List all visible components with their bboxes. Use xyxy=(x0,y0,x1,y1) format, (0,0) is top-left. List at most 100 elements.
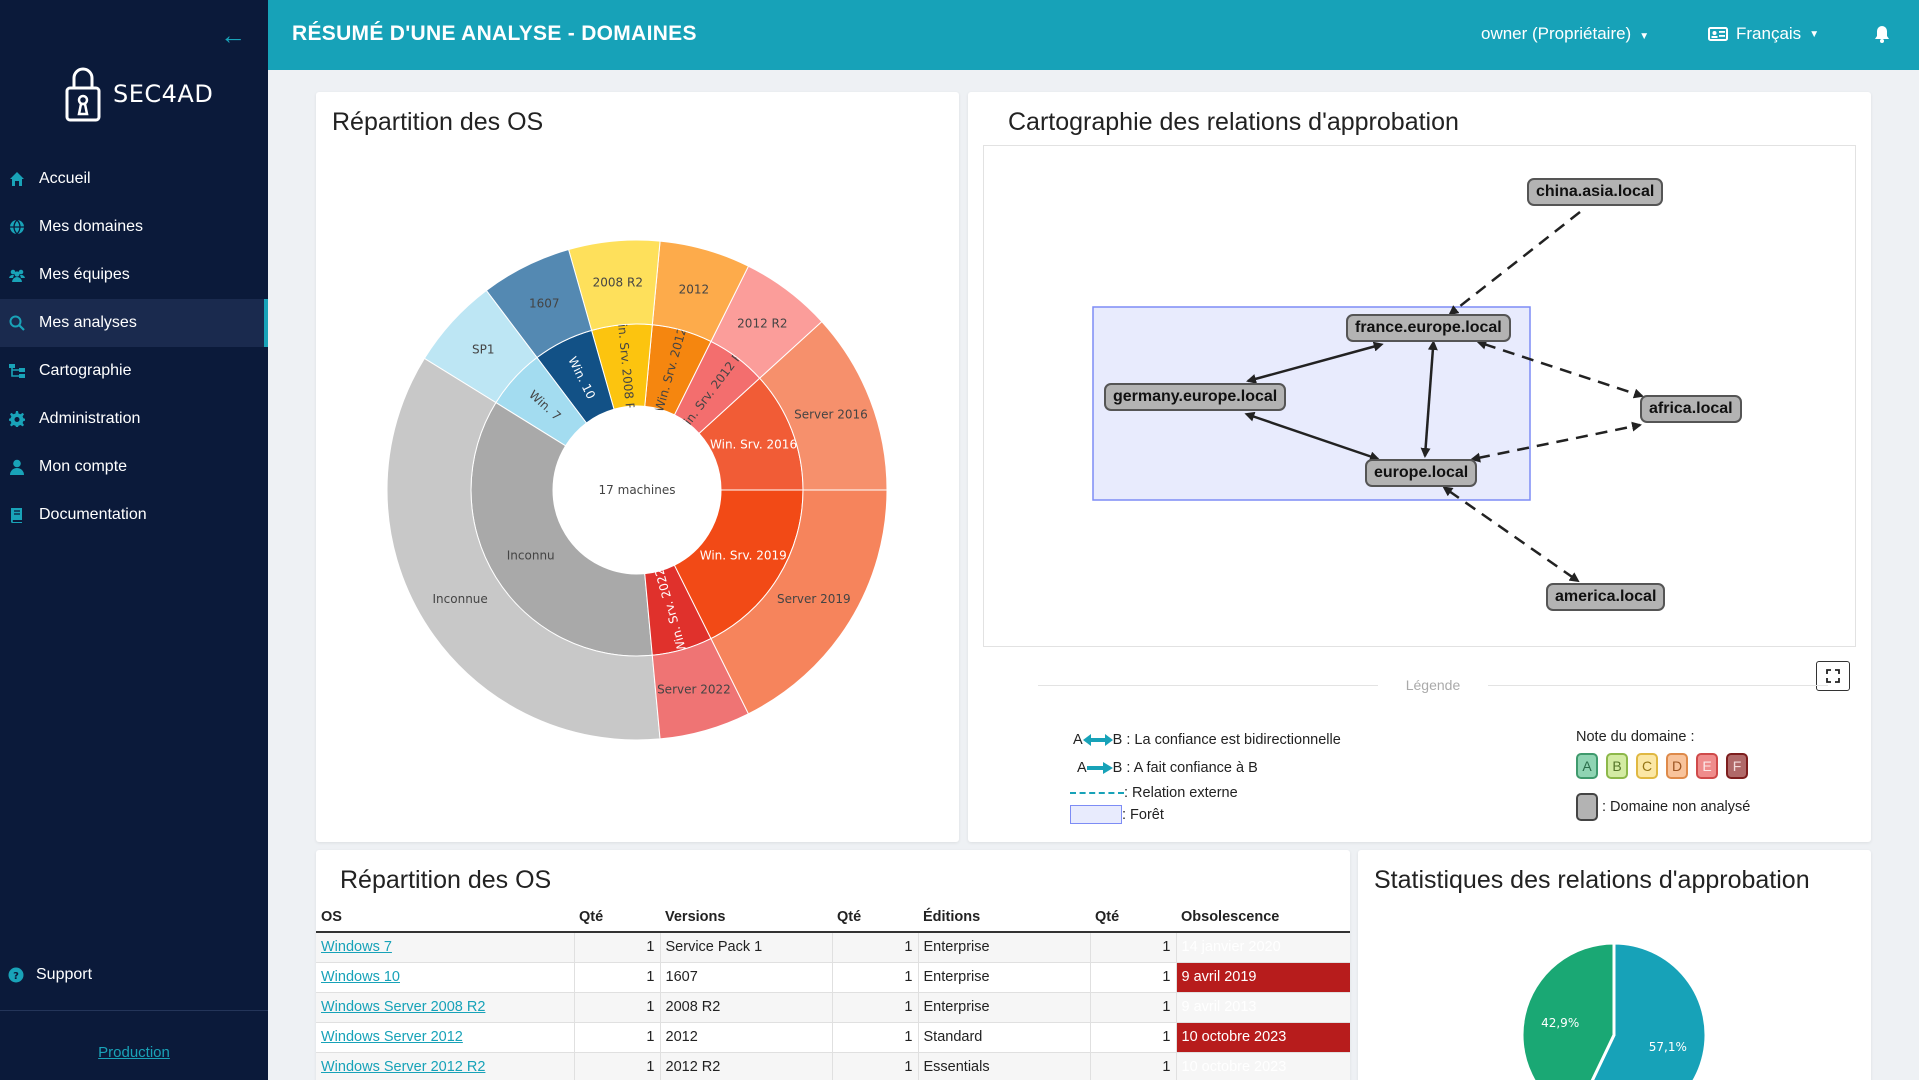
trust-stats-card: Statistiques des relations d'approbation… xyxy=(1358,850,1871,1080)
book-icon xyxy=(8,506,26,524)
grade-c-badge: C xyxy=(1636,753,1658,779)
sidebar-item-mon-compte[interactable]: Mon compte xyxy=(0,443,268,491)
node-america-local[interactable]: america.local xyxy=(1546,583,1666,611)
os-name-link[interactable]: Windows 7 xyxy=(321,939,392,955)
search-icon xyxy=(8,314,26,332)
sidebar-item-label: Documentation xyxy=(39,506,147,523)
trust-graph[interactable]: china.asia.local france.europe.local ger… xyxy=(983,145,1856,691)
edition: Enterprise xyxy=(918,932,1091,963)
sidebar-item-label: Cartographie xyxy=(39,362,132,379)
os-table: OS Qté Versions Qté Éditions Qté Obsoles… xyxy=(316,902,1350,1080)
edition: Standard xyxy=(918,1022,1091,1053)
sunburst-segment-label: Server 2022 xyxy=(657,683,731,697)
sidebar-item-mes-equipes[interactable]: Mes équipes xyxy=(0,251,268,299)
column-header-qty[interactable]: Qté xyxy=(1090,902,1176,933)
top-header: RÉSUMÉ D'UNE ANALYSE - DOMAINES owner (P… xyxy=(268,0,1919,70)
column-header-versions[interactable]: Versions xyxy=(660,902,832,933)
sidebar-item-documentation[interactable]: Documentation xyxy=(0,491,268,539)
node-france-europe-local[interactable]: france.europe.local xyxy=(1346,314,1511,342)
sidebar-item-accueil[interactable]: Accueil xyxy=(0,155,268,203)
sidebar-item-label: Mon compte xyxy=(39,458,128,475)
arrow-left-icon: ← xyxy=(220,20,246,50)
os-sunburst-chart: Win. Srv. 2016Win. Srv. 2012 R2Win. Srv.… xyxy=(386,239,888,741)
column-header-qty[interactable]: Qté xyxy=(574,902,660,933)
os-table-title: Répartition des OS xyxy=(340,866,552,894)
os-name-link[interactable]: Windows 10 xyxy=(321,969,400,985)
os-qty: 1 xyxy=(574,932,661,963)
obsolescence-date: 9 avril 2019 xyxy=(1176,962,1350,993)
os-distribution-card: Répartition des OS Win. Srv. 2016 Win. Sr… xyxy=(316,92,959,842)
version: 1607 xyxy=(660,962,833,993)
node-china-asia-local[interactable]: china.asia.local xyxy=(1527,178,1664,206)
sidebar-item-cartographie[interactable]: Cartographie xyxy=(0,347,268,395)
column-header-editions[interactable]: Éditions xyxy=(918,902,1090,933)
id-card-icon xyxy=(1708,27,1728,41)
version: Service Pack 1 xyxy=(660,932,833,963)
sidebar-nav: Accueil Mes domaines Mes équipes Mes ana… xyxy=(0,155,268,539)
table-row: Windows 7 1 Service Pack 1 1 Enterprise 1 14 j… xyxy=(316,932,1350,963)
table-row: Windows 10 1 1607 1 Enterprise 1 9 avril 2019 xyxy=(316,962,1350,993)
sidebar-item-administration[interactable]: Administration xyxy=(0,395,268,443)
grade-b-badge: B xyxy=(1606,753,1628,779)
node-africa-local[interactable]: africa.local xyxy=(1640,395,1742,423)
lock-logo-icon xyxy=(65,67,101,122)
sitemap-icon xyxy=(8,362,26,380)
edition-qty: 1 xyxy=(1090,1022,1177,1053)
collapse-sidebar-button[interactable]: ← xyxy=(218,22,248,48)
column-header-qty[interactable]: Qté xyxy=(832,902,918,933)
os-qty: 1 xyxy=(574,1022,661,1053)
os-cell: Windows Server 2012 xyxy=(316,1022,575,1053)
legend-grades: A B C D E F xyxy=(1576,753,1756,779)
legend-not-analyzed-text: : Domaine non analysé xyxy=(1602,799,1751,815)
os-qty: 1 xyxy=(574,992,661,1023)
support-link[interactable]: ? Support xyxy=(8,966,92,984)
language-dropdown[interactable]: Français ▼ xyxy=(1708,24,1819,44)
dashed-line-icon xyxy=(1070,792,1124,794)
column-header-os[interactable]: OS xyxy=(316,902,574,933)
edition: Essentials xyxy=(918,1052,1091,1080)
user-icon xyxy=(8,458,26,476)
version-qty: 1 xyxy=(832,932,919,963)
table-header-row: OS Qté Versions Qté Éditions Qté Obsoles… xyxy=(316,902,1350,933)
bell-icon xyxy=(1875,26,1889,43)
column-header-obsolescence[interactable]: Obsolescence xyxy=(1176,902,1350,933)
notifications-button[interactable] xyxy=(1874,25,1890,48)
sidebar-item-label: Mes analyses xyxy=(39,314,137,331)
edition-qty: 1 xyxy=(1090,932,1177,963)
obsolescence-date: 9 avril 2013 xyxy=(1176,992,1350,1023)
sidebar-item-mes-analyses[interactable]: Mes analyses xyxy=(0,299,268,347)
obsolescence-date: 10 octobre 2023 xyxy=(1176,1022,1350,1053)
legend-header: Légende xyxy=(1038,677,1828,693)
legend-external: : Relation externe xyxy=(1070,785,1238,801)
version: 2012 xyxy=(660,1022,833,1053)
legend-divider xyxy=(1488,685,1828,686)
version-qty: 1 xyxy=(832,962,919,993)
pie-slice[interactable] xyxy=(1520,941,1616,1080)
environment-link[interactable]: Production xyxy=(0,1044,268,1061)
os-name-link[interactable]: Windows Server 2012 xyxy=(321,1029,463,1045)
legend-trust: A B : A fait confiance à B xyxy=(1077,760,1258,776)
legend-not-analyzed: : Domaine non analysé xyxy=(1576,793,1750,821)
edition: Enterprise xyxy=(918,992,1091,1023)
os-name-link[interactable]: Windows Server 2008 R2 xyxy=(321,999,485,1015)
double-arrow-icon xyxy=(1082,734,1113,746)
user-menu-dropdown[interactable]: owner (Propriétaire) ▼ xyxy=(1481,24,1649,44)
page-title: RÉSUMÉ D'UNE ANALYSE - DOMAINES xyxy=(292,22,697,45)
trust-map-title: Cartographie des relations d'approbation xyxy=(1008,108,1459,136)
legend-trust-text: B : A fait confiance à B xyxy=(1112,760,1258,776)
node-germany-europe-local[interactable]: germany.europe.local xyxy=(1104,383,1287,411)
sidebar-item-mes-domaines[interactable]: Mes domaines xyxy=(0,203,268,251)
legend-a-label: A xyxy=(1077,760,1087,776)
globe-icon xyxy=(8,218,26,236)
sunburst-segment-label: 2012 xyxy=(679,282,710,296)
node-europe-local[interactable]: europe.local xyxy=(1365,459,1478,487)
legend-a-label: A xyxy=(1073,732,1083,748)
pie-slice-label: 42,9% xyxy=(1541,1016,1579,1030)
edge-europe-america xyxy=(1442,486,1580,583)
legend-forest-text: : Forêt xyxy=(1122,806,1164,823)
sunburst-center-label: 17 machines xyxy=(599,483,676,497)
os-qty: 1 xyxy=(574,962,661,993)
sunburst-segment-label: Inconnu xyxy=(507,548,555,562)
os-name-link[interactable]: Windows Server 2012 R2 xyxy=(321,1059,485,1075)
sunburst-segment-label: SP1 xyxy=(472,342,495,356)
